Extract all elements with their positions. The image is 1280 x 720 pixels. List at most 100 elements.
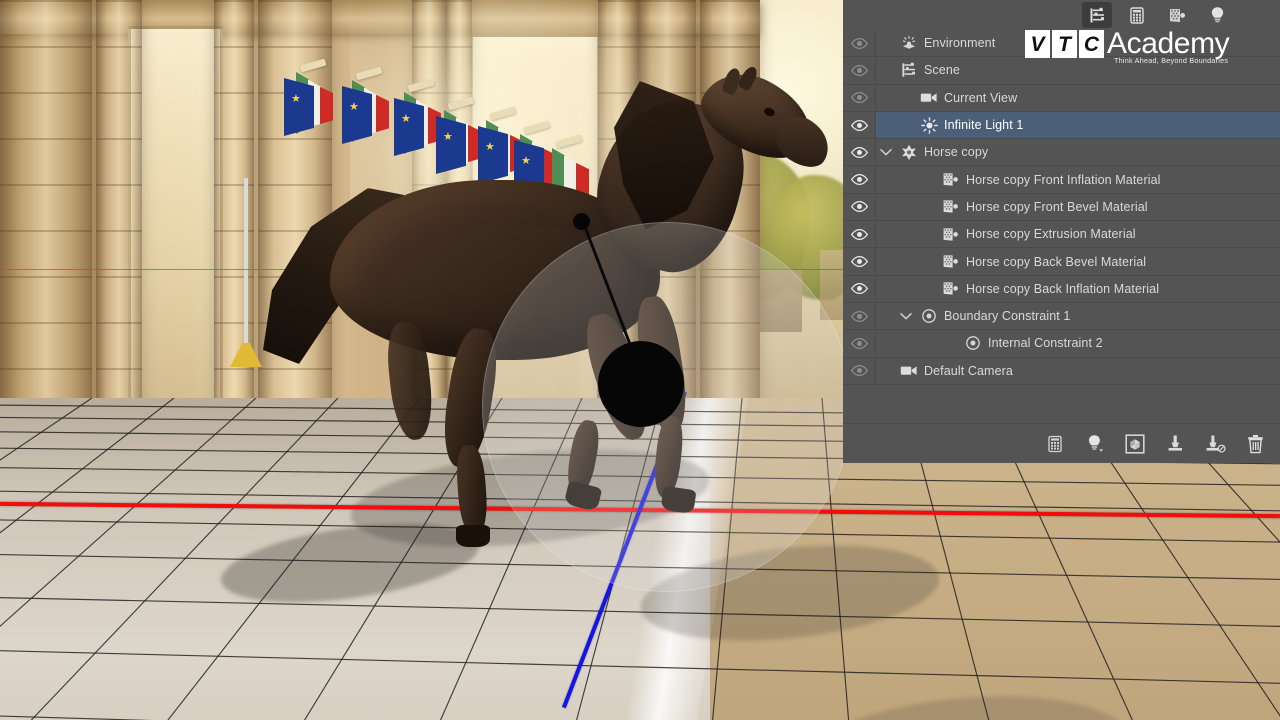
vtc-tagline: Think Ahead, Beyond Boundaries bbox=[1114, 56, 1228, 65]
vtc-wordmark: Academy bbox=[1107, 30, 1229, 58]
scene-tree-row-label: Boundary Constraint 1 bbox=[944, 309, 1070, 323]
3d-panel[interactable]: EnvironmentSceneCurrent ViewInfinite Lig… bbox=[843, 0, 1280, 463]
scene-tree-row[interactable]: Horse copy Front Bevel Material bbox=[843, 194, 1280, 221]
add-light-button[interactable] bbox=[1084, 432, 1106, 456]
scene-tree-row[interactable]: Horse copy Back Inflation Material bbox=[843, 276, 1280, 303]
visibility-toggle[interactable] bbox=[843, 30, 876, 56]
scene-tree-row-body[interactable]: Horse copy Front Inflation Material bbox=[876, 166, 1280, 192]
horse-leg bbox=[455, 444, 489, 538]
scene-tree-row[interactable]: Horse copy Back Bevel Material bbox=[843, 248, 1280, 275]
material-icon bbox=[941, 199, 961, 214]
scene-tree[interactable]: EnvironmentSceneCurrent ViewInfinite Lig… bbox=[843, 30, 1280, 423]
visibility-toggle[interactable] bbox=[843, 112, 876, 138]
lights-tab[interactable] bbox=[1202, 2, 1232, 28]
broom-handle bbox=[244, 178, 248, 353]
visibility-toggle[interactable] bbox=[843, 276, 876, 302]
visibility-toggle[interactable] bbox=[843, 85, 876, 111]
constraint-icon bbox=[963, 335, 983, 351]
add-mesh-button[interactable] bbox=[1044, 432, 1066, 456]
panel-footer-toolbar[interactable] bbox=[843, 423, 1280, 463]
scene-tree-row-body[interactable]: Horse copy Back Bevel Material bbox=[876, 248, 1280, 274]
bulb-dropdown-icon bbox=[1087, 434, 1104, 454]
constraint-add-icon bbox=[1166, 434, 1185, 454]
remove-constraint-button[interactable] bbox=[1204, 432, 1226, 456]
visibility-eye-icon bbox=[851, 338, 868, 349]
visibility-eye-icon bbox=[851, 120, 868, 131]
scene-tree-row-label: Scene bbox=[924, 63, 960, 77]
scene-icon bbox=[899, 62, 919, 78]
trash-icon bbox=[1247, 434, 1264, 454]
scene-icon bbox=[1089, 7, 1106, 24]
visibility-toggle[interactable] bbox=[843, 166, 876, 192]
mesh-icon bbox=[1047, 435, 1063, 453]
scene-tree-row-body[interactable]: Default Camera bbox=[876, 358, 1280, 384]
scene-tree-row-label: Horse copy Back Bevel Material bbox=[966, 255, 1146, 269]
visibility-eye-icon bbox=[851, 365, 868, 376]
visibility-eye-icon bbox=[851, 92, 868, 103]
photoshop-3d-screenshot: EnvironmentSceneCurrent ViewInfinite Lig… bbox=[0, 0, 1280, 720]
scene-tree-row[interactable]: Boundary Constraint 1 bbox=[843, 303, 1280, 330]
vtc-academy-watermark: V T C Academy Think Ahead, Beyond Bounda… bbox=[1025, 30, 1229, 58]
scene-tree-row[interactable]: Internal Constraint 2 bbox=[843, 330, 1280, 357]
scene-tree-row-body[interactable]: Horse copy Back Inflation Material bbox=[876, 276, 1280, 302]
constraint-remove-icon bbox=[1205, 434, 1226, 454]
scene-tree-row[interactable]: Horse copy Extrusion Material bbox=[843, 221, 1280, 248]
light-handle-gizmo[interactable] bbox=[573, 213, 590, 230]
scene-tree-row-body[interactable]: Internal Constraint 2 bbox=[876, 330, 1280, 356]
scene-tree-row-label: Default Camera bbox=[924, 364, 1013, 378]
chevron-down-icon bbox=[900, 312, 912, 321]
scene-tree-row-body[interactable]: Horse copy Extrusion Material bbox=[876, 221, 1280, 247]
chevron-down-icon bbox=[880, 148, 892, 157]
visibility-eye-icon bbox=[851, 256, 868, 267]
scene-tree-row[interactable]: Current View bbox=[843, 85, 1280, 112]
visibility-eye-icon bbox=[851, 38, 868, 49]
scene-tree-row-body[interactable]: Current View bbox=[876, 85, 1280, 111]
visibility-eye-icon bbox=[851, 174, 868, 185]
environment-icon bbox=[899, 35, 919, 51]
mesh-tab[interactable] bbox=[1122, 2, 1152, 28]
material-icon bbox=[941, 281, 961, 296]
visibility-toggle[interactable] bbox=[843, 358, 876, 384]
camera-icon bbox=[919, 91, 939, 104]
scene-tree-row-label: Horse copy Front Bevel Material bbox=[966, 200, 1148, 214]
materials-tab[interactable] bbox=[1162, 2, 1192, 28]
visibility-eye-icon bbox=[851, 311, 868, 322]
vtc-letter-c: C bbox=[1079, 30, 1104, 58]
add-object-button[interactable] bbox=[1124, 432, 1146, 456]
disclosure-triangle[interactable] bbox=[878, 148, 894, 157]
material-icon bbox=[941, 172, 961, 187]
scene-tree-row[interactable]: Horse copy bbox=[843, 139, 1280, 166]
scene-tree-row-body[interactable]: Horse copy Front Bevel Material bbox=[876, 194, 1280, 220]
visibility-eye-icon bbox=[851, 201, 868, 212]
scene-tree-row-body[interactable]: Horse copy bbox=[876, 139, 1280, 165]
scene-tree-row-label: Current View bbox=[944, 91, 1017, 105]
visibility-toggle[interactable] bbox=[843, 221, 876, 247]
infinite-light-icon bbox=[919, 117, 939, 134]
disclosure-triangle[interactable] bbox=[898, 312, 914, 321]
visibility-eye-icon bbox=[851, 147, 868, 158]
visibility-toggle[interactable] bbox=[843, 248, 876, 274]
visibility-toggle[interactable] bbox=[843, 139, 876, 165]
visibility-toggle[interactable] bbox=[843, 303, 876, 329]
visibility-toggle[interactable] bbox=[843, 57, 876, 83]
vtc-letter-blocks: V T C bbox=[1025, 30, 1104, 58]
scene-tree-row-body[interactable]: Infinite Light 1 bbox=[876, 112, 1280, 138]
visibility-eye-icon bbox=[851, 283, 868, 294]
delete-button[interactable] bbox=[1244, 432, 1266, 456]
mesh-icon bbox=[1129, 7, 1145, 24]
scene-tree-row[interactable]: Horse copy Front Inflation Material bbox=[843, 166, 1280, 193]
scene-tree-row[interactable]: Default Camera bbox=[843, 358, 1280, 385]
scene-tree-row-label: Internal Constraint 2 bbox=[988, 336, 1103, 350]
visibility-toggle[interactable] bbox=[843, 194, 876, 220]
scene-tree-row[interactable]: Infinite Light 1 bbox=[843, 112, 1280, 139]
add-constraint-button[interactable] bbox=[1164, 432, 1186, 456]
light-origin-gizmo[interactable] bbox=[598, 341, 684, 427]
panel-toolbar[interactable] bbox=[843, 0, 1280, 30]
scene-tab[interactable] bbox=[1082, 2, 1112, 28]
visibility-toggle[interactable] bbox=[843, 330, 876, 356]
scene-tree-row-label: Horse copy Front Inflation Material bbox=[966, 173, 1161, 187]
material-icon bbox=[941, 227, 961, 242]
constraint-icon bbox=[919, 308, 939, 324]
scene-tree-row-body[interactable]: Boundary Constraint 1 bbox=[876, 303, 1280, 329]
scene-tree-row-label: Horse copy Extrusion Material bbox=[966, 227, 1136, 241]
